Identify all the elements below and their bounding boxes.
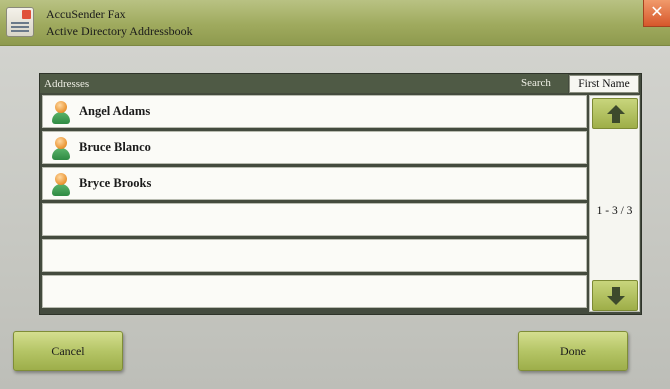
list-item-bryce-brooks[interactable]: Bryce Brooks — [42, 167, 587, 200]
scroll-down-button[interactable] — [592, 280, 638, 311]
cancel-button[interactable]: Cancel — [13, 331, 123, 371]
list-item-empty — [42, 239, 587, 272]
fax-app-icon — [6, 7, 34, 37]
person-icon — [50, 136, 72, 161]
search-field-selector[interactable]: First Name — [569, 75, 639, 93]
arrow-down-icon — [607, 296, 625, 305]
person-icon — [50, 100, 72, 125]
contact-name: Bryce Brooks — [79, 176, 152, 190]
address-list: Angel Adams Bruce Blanco Bryce Brooks — [42, 95, 587, 311]
contact-name: Angel Adams — [79, 104, 151, 118]
app-title: AccuSender Fax — [46, 7, 126, 21]
close-button[interactable]: ✕ — [643, 0, 670, 27]
window-subtitle: Active Directory Addressbook — [46, 24, 193, 38]
list-item-bruce-blanco[interactable]: Bruce Blanco — [42, 131, 587, 164]
title-bar: AccuSender Fax Active Directory Addressb… — [0, 0, 670, 46]
addresses-header: Addresses — [44, 78, 90, 90]
arrow-up-icon — [607, 105, 625, 114]
scroll-up-button[interactable] — [592, 98, 638, 129]
done-button[interactable]: Done — [518, 331, 628, 371]
list-item-empty — [42, 275, 587, 308]
person-icon — [50, 172, 72, 197]
list-item-empty — [42, 203, 587, 236]
contact-name: Bruce Blanco — [79, 140, 151, 154]
search-label: Search — [521, 77, 551, 89]
list-item-angel-adams[interactable]: Angel Adams — [42, 95, 587, 128]
list-header — [40, 74, 568, 93]
page-indicator: 1 - 3 / 3 — [596, 205, 633, 217]
